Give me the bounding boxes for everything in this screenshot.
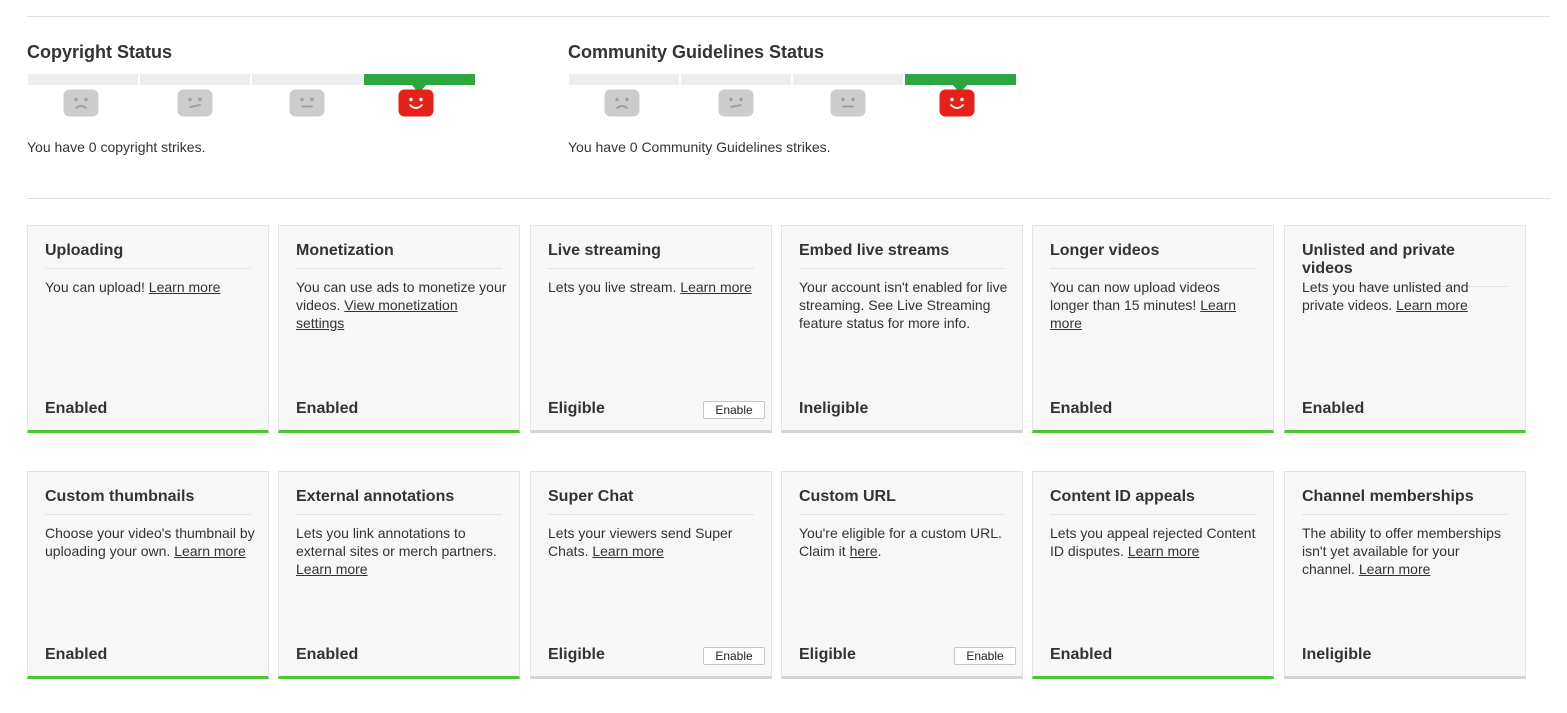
feature-status: Eligible — [799, 646, 856, 663]
copyright-status-title: Copyright Status — [27, 42, 173, 62]
learn-more-link[interactable]: Learn more — [592, 543, 664, 559]
feature-description: You're eligible for a custom URL. Claim … — [799, 524, 1011, 560]
sad-face-icon — [604, 89, 640, 117]
feature-description: Lets you link annotations to external si… — [296, 524, 508, 578]
feature-description: You can upload! Learn more — [45, 278, 257, 296]
learn-more-link[interactable]: Learn more — [680, 279, 752, 295]
enable-button[interactable]: Enable — [954, 647, 1016, 665]
copyright-status-section: Copyright Status You have 0 copyright st… — [27, 40, 487, 155]
feature-status: Eligible — [548, 400, 605, 417]
learn-more-link[interactable]: here — [850, 543, 878, 559]
feature-title: Embed live streams — [799, 242, 1005, 269]
happy-face-icon — [939, 89, 975, 117]
community-strike-count: You have 0 Community Guidelines strikes. — [568, 139, 831, 155]
strike-segment-3 — [569, 74, 679, 85]
feature-description: The ability to offer memberships isn't y… — [1302, 524, 1514, 578]
description-text: You're eligible for a custom URL. Claim … — [799, 525, 1002, 559]
feature-description: You can use ads to monetize your videos.… — [296, 278, 508, 332]
top-divider — [27, 16, 1550, 17]
feature-title: Custom thumbnails — [45, 488, 251, 515]
feature-status: Enabled — [1302, 400, 1365, 417]
feature-description: Lets you have unlisted and private video… — [1302, 278, 1514, 314]
feature-card: Custom URL You're eligible for a custom U… — [781, 471, 1023, 679]
learn-more-link[interactable]: Learn more — [149, 279, 221, 295]
feature-status: Enabled — [1050, 646, 1113, 663]
feature-title: Custom URL — [799, 488, 1005, 515]
feature-title: Content ID appeals — [1050, 488, 1256, 515]
feature-title: External annotations — [296, 488, 502, 515]
feature-card: Content ID appeals Lets you appeal reject… — [1032, 471, 1274, 679]
feature-description: Lets your viewers send Super Chats. Lear… — [548, 524, 760, 560]
uneasy-face-icon — [718, 89, 754, 117]
feature-status: Ineligible — [799, 400, 869, 417]
community-guidelines-status-section: Community Guidelines Status You have 0 C… — [568, 40, 1028, 155]
description-text: Your account isn't enabled for live stre… — [799, 279, 1008, 331]
feature-card: External annotations Lets you link annota… — [278, 471, 520, 679]
feature-card: Custom thumbnails Choose your video's thu… — [27, 471, 269, 679]
feature-status: Enabled — [45, 400, 108, 417]
feature-card: Super Chat Lets your viewers send Super C… — [530, 471, 772, 679]
neutral-face-icon — [830, 89, 866, 117]
copyright-strike-count: You have 0 copyright strikes. — [27, 139, 206, 155]
feature-status: Enabled — [1050, 400, 1113, 417]
feature-status: Enabled — [296, 400, 359, 417]
feature-card: Embed live streams Your account isn't ena… — [781, 225, 1023, 433]
community-strike-meter — [568, 74, 1017, 93]
learn-more-link[interactable]: Learn more — [1128, 543, 1200, 559]
feature-description: You can now upload videos longer than 15… — [1050, 278, 1262, 332]
uneasy-face-icon — [177, 89, 213, 117]
feature-title: Channel memberships — [1302, 488, 1508, 515]
learn-more-link[interactable]: Learn more — [174, 543, 246, 559]
channel-status-page: Copyright Status You have 0 copyright st… — [0, 0, 1567, 713]
strike-segment-2 — [681, 74, 791, 85]
feature-status: Ineligible — [1302, 646, 1372, 663]
feature-card: Uploading You can upload! Learn more Enabl… — [27, 225, 269, 433]
feature-status: Eligible — [548, 646, 605, 663]
learn-more-link[interactable]: Learn more — [1359, 561, 1431, 577]
feature-cards-row: Uploading You can upload! Learn more Enabl… — [27, 225, 1527, 433]
feature-card: Live streaming Lets you live stream. Lear… — [530, 225, 772, 433]
feature-card: Unlisted and private videos Lets you have… — [1284, 225, 1526, 433]
description-text: Lets you live stream. — [548, 279, 681, 295]
description-text: You can now upload videos longer than 15… — [1050, 279, 1220, 313]
feature-title: Longer videos — [1050, 242, 1256, 269]
description-text: . — [877, 543, 882, 559]
enable-button[interactable]: Enable — [703, 647, 765, 665]
feature-description: Your account isn't enabled for live stre… — [799, 278, 1011, 332]
description-text: Lets you link annotations to external si… — [296, 525, 497, 559]
description-text: You can upload! — [45, 279, 149, 295]
section-divider — [27, 198, 1550, 199]
strike-segment-3 — [28, 74, 138, 85]
learn-more-link[interactable]: Learn more — [1396, 297, 1468, 313]
sad-face-icon — [63, 89, 99, 117]
enable-button[interactable]: Enable — [703, 401, 765, 419]
feature-description: Lets you live stream. Learn more — [548, 278, 760, 296]
feature-card: Monetization You can use ads to monetize … — [278, 225, 520, 433]
community-status-title: Community Guidelines Status — [568, 42, 825, 62]
copyright-strike-faces — [27, 87, 476, 127]
feature-description: Choose your video's thumbnail by uploadi… — [45, 524, 257, 560]
happy-face-icon — [398, 89, 434, 117]
strike-segment-1 — [252, 74, 362, 85]
feature-card: Channel memberships The ability to offer … — [1284, 471, 1526, 679]
feature-card: Longer videos You can now upload videos l… — [1032, 225, 1274, 433]
strike-segment-1 — [793, 74, 903, 85]
feature-status: Enabled — [45, 646, 108, 663]
feature-title: Super Chat — [548, 488, 754, 515]
feature-description: Lets you appeal rejected Content ID disp… — [1050, 524, 1262, 560]
feature-title: Live streaming — [548, 242, 754, 269]
feature-status: Enabled — [296, 646, 359, 663]
feature-title: Monetization — [296, 242, 502, 269]
strike-segment-2 — [140, 74, 250, 85]
community-strike-faces — [568, 87, 1017, 127]
learn-more-link[interactable]: Learn more — [296, 561, 368, 577]
feature-cards-row: Custom thumbnails Choose your video's thu… — [27, 471, 1527, 679]
feature-title: Uploading — [45, 242, 251, 269]
copyright-strike-meter — [27, 74, 476, 93]
neutral-face-icon — [289, 89, 325, 117]
